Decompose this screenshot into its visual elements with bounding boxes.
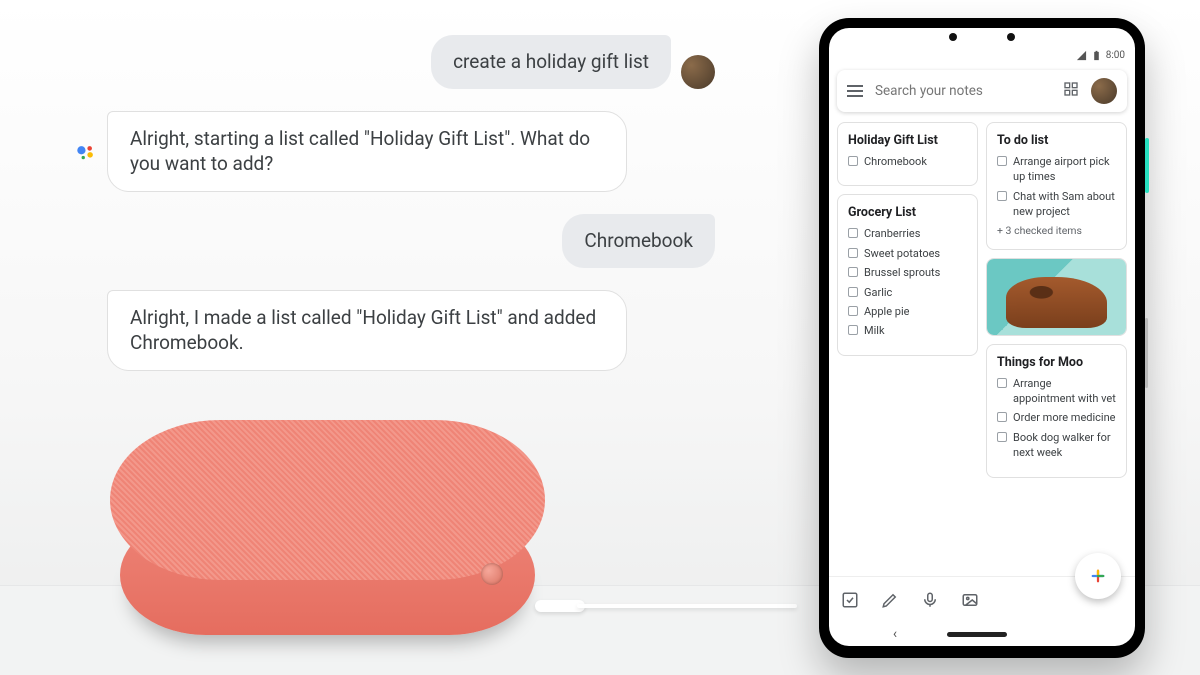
back-icon[interactable]: ‹	[893, 626, 897, 642]
checkbox-icon[interactable]	[848, 325, 858, 335]
phone-screen: 8:00 Search your notes Holiday Gift List…	[829, 28, 1135, 646]
note-card-image[interactable]	[986, 258, 1127, 336]
checklist-item[interactable]: Book dog walker for next week	[997, 430, 1116, 461]
checklist-item[interactable]: Arrange airport pick up times	[997, 154, 1116, 185]
checklist-item[interactable]: Chromebook	[848, 154, 967, 169]
profile-avatar[interactable]	[1091, 78, 1117, 104]
checkbox-icon[interactable]	[997, 432, 1007, 442]
checkbox-icon[interactable]	[848, 156, 858, 166]
checklist-item[interactable]: Arrange appointment with vet	[997, 376, 1116, 407]
assistant-conversation: create a holiday gift list Alright, star…	[75, 35, 715, 393]
checkbox-icon[interactable]	[848, 228, 858, 238]
home-pill[interactable]	[947, 632, 1007, 637]
search-bar[interactable]: Search your notes	[837, 70, 1127, 112]
new-image-note-icon[interactable]	[961, 591, 979, 609]
view-toggle-icon[interactable]	[1063, 81, 1079, 101]
note-card-todo-list[interactable]: To do list Arrange airport pick up times…	[986, 122, 1127, 250]
checkbox-icon[interactable]	[848, 267, 858, 277]
signal-icon	[1076, 50, 1087, 61]
phone-notch	[829, 28, 1135, 46]
checkbox-icon[interactable]	[997, 378, 1007, 388]
checkbox-icon[interactable]	[997, 191, 1007, 201]
checklist-item[interactable]: Cranberries	[848, 226, 967, 241]
status-time: 8:00	[1106, 50, 1125, 61]
note-card-things-for-moo[interactable]: Things for Moo Arrange appointment with …	[986, 344, 1127, 478]
power-cable	[535, 597, 795, 615]
assistant-icon	[75, 142, 97, 164]
checklist-item[interactable]: Apple pie	[848, 304, 967, 319]
new-note-fab[interactable]	[1075, 553, 1121, 599]
user-avatar	[681, 55, 715, 89]
note-title: Grocery List	[848, 205, 967, 220]
checkbox-icon[interactable]	[997, 412, 1007, 422]
bottom-toolbar	[829, 576, 1135, 622]
user-bubble: Chromebook	[562, 214, 715, 268]
note-title: To do list	[997, 133, 1116, 148]
checklist-item[interactable]: Brussel sprouts	[848, 265, 967, 280]
notes-grid: Holiday Gift List Chromebook Grocery Lis…	[829, 118, 1135, 576]
new-drawing-icon[interactable]	[881, 591, 899, 609]
checked-items-summary[interactable]: + 3 checked items	[997, 224, 1116, 237]
checklist-item[interactable]: Order more medicine	[997, 410, 1116, 425]
checklist-item[interactable]: Sweet potatoes	[848, 246, 967, 261]
assistant-bubble: Alright, I made a list called "Holiday G…	[107, 290, 627, 371]
speaker-mute-button	[481, 563, 503, 585]
new-checklist-icon[interactable]	[841, 591, 859, 609]
checkbox-icon[interactable]	[997, 156, 1007, 166]
chat-row-user: Chromebook	[75, 214, 715, 268]
phone-device: 8:00 Search your notes Holiday Gift List…	[819, 18, 1145, 658]
chat-row-assistant: Alright, starting a list called "Holiday…	[75, 111, 715, 192]
note-title: Holiday Gift List	[848, 133, 967, 148]
smart-speaker-device	[110, 420, 545, 635]
checkbox-icon[interactable]	[848, 248, 858, 258]
chat-row-user: create a holiday gift list	[75, 35, 715, 89]
chat-row-assistant: Alright, I made a list called "Holiday G…	[75, 290, 715, 371]
note-image-dog	[987, 259, 1126, 335]
checklist-item[interactable]: Garlic	[848, 285, 967, 300]
hamburger-menu-icon[interactable]	[847, 85, 863, 97]
phone-power-button	[1145, 138, 1149, 193]
note-title: Things for Moo	[997, 355, 1116, 370]
status-bar: 8:00	[829, 46, 1135, 64]
note-card-grocery-list[interactable]: Grocery List Cranberries Sweet potatoes …	[837, 194, 978, 355]
checkbox-icon[interactable]	[848, 306, 858, 316]
checkbox-icon[interactable]	[848, 287, 858, 297]
search-placeholder[interactable]: Search your notes	[875, 83, 1051, 99]
speaker-fabric-top	[110, 420, 545, 580]
checklist-item[interactable]: Chat with Sam about new project	[997, 189, 1116, 220]
new-voice-note-icon[interactable]	[921, 591, 939, 609]
assistant-bubble: Alright, starting a list called "Holiday…	[107, 111, 627, 192]
checklist-item[interactable]: Milk	[848, 323, 967, 338]
note-card-holiday-gift-list[interactable]: Holiday Gift List Chromebook	[837, 122, 978, 186]
battery-icon	[1091, 50, 1102, 61]
android-nav-bar: ‹	[829, 622, 1135, 646]
phone-volume-button	[1145, 318, 1148, 388]
user-bubble: create a holiday gift list	[431, 35, 671, 89]
